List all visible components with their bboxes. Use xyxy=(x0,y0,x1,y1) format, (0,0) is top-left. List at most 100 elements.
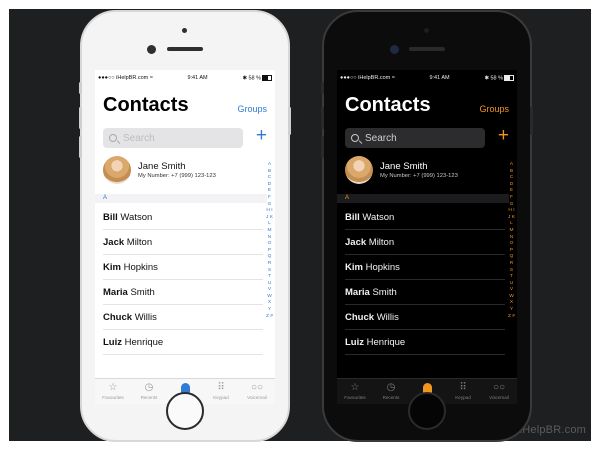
volume-up-button xyxy=(321,107,324,129)
tab-label: Voicemail xyxy=(489,395,509,400)
status-carrier: ●●●○○ iHelpBR.com ≈ xyxy=(98,75,153,81)
home-button[interactable] xyxy=(408,392,446,430)
home-button[interactable] xyxy=(166,392,204,430)
earpiece-speaker xyxy=(409,47,445,51)
list-item[interactable]: Chuck Willis xyxy=(345,305,505,330)
power-button xyxy=(530,107,533,135)
list-item[interactable]: Kim Hopkins xyxy=(103,255,263,280)
tab-label: Keypad xyxy=(455,395,471,400)
search-input[interactable]: Search xyxy=(345,128,485,148)
contact-first-name: Jack xyxy=(345,237,367,248)
volume-down-button xyxy=(79,136,82,158)
earpiece-speaker xyxy=(167,47,203,51)
status-bar: ●●●○○ iHelpBR.com ≈ 9:41 AM ✱ 58 % xyxy=(340,73,514,83)
clock-icon: ◷ xyxy=(144,382,154,393)
list-item[interactable]: Maria Smith xyxy=(345,280,505,305)
contact-first-name: Luiz xyxy=(345,337,364,348)
clock-icon: ◷ xyxy=(386,382,396,393)
star-icon: ☆ xyxy=(350,382,360,393)
list-item[interactable]: Maria Smith xyxy=(103,280,263,305)
my-card-number: My Number: +7 (999) 123-123 xyxy=(380,173,458,179)
status-time: 9:41 AM xyxy=(429,75,450,81)
alphabet-index[interactable]: A B C D E F G H I J K L M N O P Q R S T … xyxy=(266,162,273,320)
contact-last-name: Milton xyxy=(126,237,153,248)
battery-icon xyxy=(262,74,272,81)
search-placeholder: Search xyxy=(123,132,155,144)
contact-first-name: Kim xyxy=(103,262,121,273)
contact-last-name: Watson xyxy=(120,212,153,223)
tab-recents[interactable]: ◷ Recents xyxy=(132,382,166,400)
front-camera-icon xyxy=(147,45,156,54)
my-card-name[interactable]: Jane Smith xyxy=(138,161,186,172)
tab-label: Voicemail xyxy=(247,395,267,400)
tab-label: Keypad xyxy=(213,395,229,400)
contact-last-name: Willis xyxy=(376,312,399,323)
groups-button[interactable]: Groups xyxy=(237,104,267,114)
tab-recents[interactable]: ◷ Recents xyxy=(374,382,408,400)
contact-first-name: Chuck xyxy=(103,312,133,323)
watermark: iHelpBR.com xyxy=(519,424,586,436)
tab-voicemail[interactable]: ○○ Voicemail xyxy=(240,382,274,400)
mute-switch xyxy=(321,82,324,94)
contact-last-name: Hopkins xyxy=(365,262,400,273)
battery-icon xyxy=(504,74,514,81)
screen-dark: ●●●○○ iHelpBR.com ≈ 9:41 AM ✱ 58 % Conta… xyxy=(337,70,517,404)
list-item[interactable]: Chuck Willis xyxy=(103,305,263,330)
status-time: 9:41 AM xyxy=(187,75,208,81)
list-item[interactable]: Bill Watson xyxy=(345,205,505,230)
contact-first-name: Jack xyxy=(103,237,125,248)
avatar[interactable] xyxy=(103,156,131,184)
page-title: Contacts xyxy=(103,94,189,116)
volume-down-button xyxy=(321,136,324,158)
page-title: Contacts xyxy=(345,94,431,116)
contact-first-name: Bill xyxy=(103,212,118,223)
power-button xyxy=(288,107,291,135)
volume-up-button xyxy=(79,107,82,129)
contact-first-name: Maria xyxy=(345,287,370,298)
tab-keypad[interactable]: ⠿ Keypad xyxy=(446,382,480,400)
search-icon xyxy=(351,134,359,142)
front-camera-icon xyxy=(390,45,399,54)
add-contact-button[interactable]: + xyxy=(256,125,267,147)
tab-label: Favourites xyxy=(344,395,366,400)
list-item[interactable]: Jack Milton xyxy=(345,230,505,255)
keypad-icon: ⠿ xyxy=(217,382,225,393)
list-item[interactable]: Bill Watson xyxy=(103,205,263,230)
proximity-sensor xyxy=(182,28,187,33)
tab-voicemail[interactable]: ○○ Voicemail xyxy=(482,382,516,400)
voicemail-icon: ○○ xyxy=(250,382,264,393)
mute-switch xyxy=(79,82,82,94)
contact-first-name: Bill xyxy=(345,212,360,223)
contact-last-name: Milton xyxy=(368,237,395,248)
tab-label: Recents xyxy=(140,395,158,400)
phone-dark: ●●●○○ iHelpBR.com ≈ 9:41 AM ✱ 58 % Conta… xyxy=(321,10,533,442)
alphabet-index[interactable]: A B C D E F G H I J K L M N O P Q R S T … xyxy=(508,162,515,320)
list-item[interactable]: Jack Milton xyxy=(103,230,263,255)
list-item[interactable]: Luiz Henrique xyxy=(103,330,263,355)
add-contact-button[interactable]: + xyxy=(498,125,509,147)
search-icon xyxy=(109,134,117,142)
status-bar: ●●●○○ iHelpBR.com ≈ 9:41 AM ✱ 58 % xyxy=(98,73,272,83)
voicemail-icon: ○○ xyxy=(492,382,506,393)
phone-light: ●●●○○ iHelpBR.com ≈ 9:41 AM ✱ 58 % Conta… xyxy=(79,10,291,442)
tab-favourites[interactable]: ☆ Favourites xyxy=(338,382,372,400)
tab-favourites[interactable]: ☆ Favourites xyxy=(96,382,130,400)
my-card-number: My Number: +7 (999) 123-123 xyxy=(138,173,216,179)
contact-last-name: Willis xyxy=(134,312,157,323)
groups-button[interactable]: Groups xyxy=(479,104,509,114)
search-input[interactable]: Search xyxy=(103,128,243,148)
status-battery-group: ✱ 58 % xyxy=(242,74,272,81)
tab-keypad[interactable]: ⠿ Keypad xyxy=(204,382,238,400)
list-item[interactable]: Luiz Henrique xyxy=(345,330,505,355)
status-carrier: ●●●○○ iHelpBR.com ≈ xyxy=(340,75,395,81)
list-item[interactable]: Kim Hopkins xyxy=(345,255,505,280)
keypad-icon: ⠿ xyxy=(459,382,467,393)
contact-last-name: Henrique xyxy=(124,337,164,348)
star-icon: ☆ xyxy=(108,382,118,393)
tab-label: Favourites xyxy=(102,395,124,400)
screen-light: ●●●○○ iHelpBR.com ≈ 9:41 AM ✱ 58 % Conta… xyxy=(95,70,275,404)
my-card-name[interactable]: Jane Smith xyxy=(380,161,428,172)
avatar[interactable] xyxy=(345,156,373,184)
contact-first-name: Luiz xyxy=(103,337,122,348)
section-header: A xyxy=(95,194,267,203)
